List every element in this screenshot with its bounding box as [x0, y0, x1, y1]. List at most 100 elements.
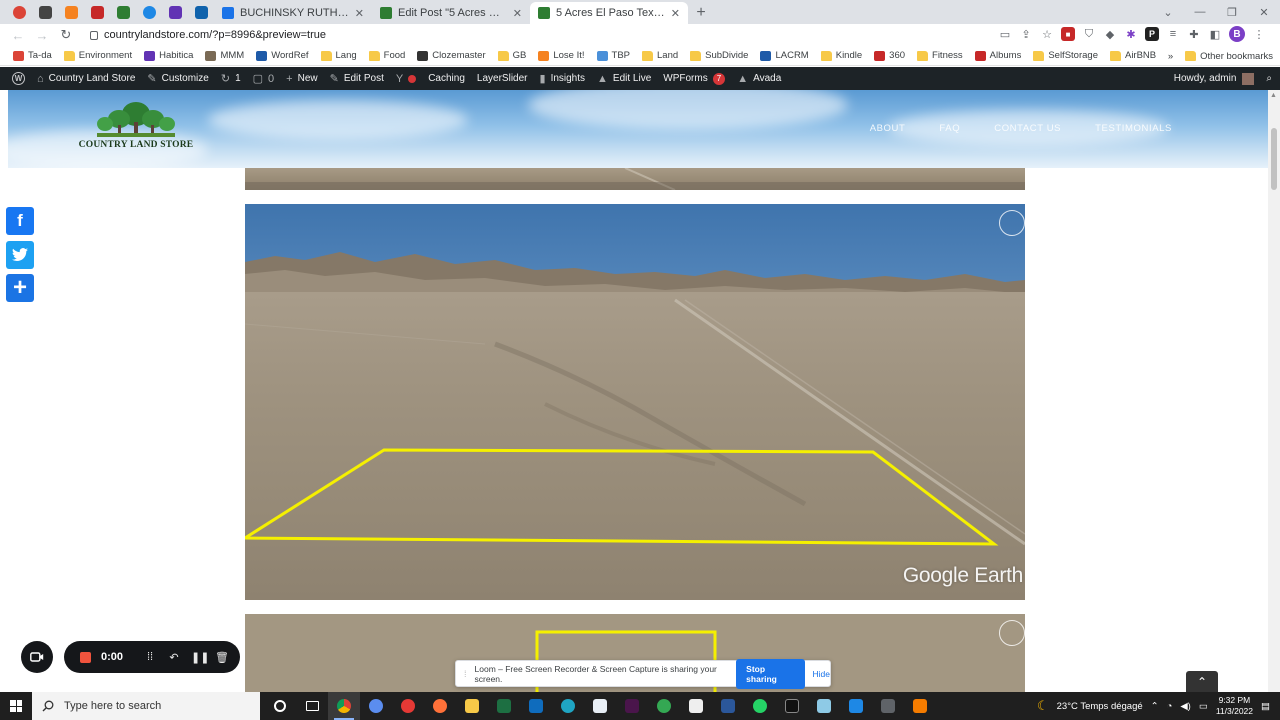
- outlook-taskbar-icon[interactable]: [520, 692, 552, 720]
- browser-tab[interactable]: Edit Post "5 Acres El Paso Texas 4... ✕: [372, 2, 530, 24]
- pinned-tab[interactable]: [32, 0, 58, 24]
- reload-icon[interactable]: ↻: [54, 27, 78, 43]
- wp-site-link[interactable]: ⌂ Country Land Store: [31, 67, 141, 90]
- extension-icon[interactable]: ✱: [1124, 27, 1138, 41]
- pinned-tab[interactable]: [6, 0, 32, 24]
- nav-about[interactable]: ABOUT: [870, 123, 906, 134]
- cast-icon[interactable]: ▭: [998, 27, 1012, 41]
- pinned-tab[interactable]: [84, 0, 110, 24]
- tab-close-icon[interactable]: ✕: [671, 7, 680, 20]
- drag-grid-icon[interactable]: ⁞⁞: [143, 651, 157, 663]
- start-button[interactable]: [0, 692, 32, 720]
- scrollbar-thumb[interactable]: [1271, 128, 1277, 190]
- site-logo[interactable]: COUNTRY LAND STORE: [78, 100, 194, 160]
- scroll-to-top-button[interactable]: ⌃: [1186, 671, 1218, 692]
- new-tab-button[interactable]: +: [688, 2, 714, 24]
- nav-contact[interactable]: CONTACT US: [994, 123, 1061, 134]
- app-taskbar-icon[interactable]: [904, 692, 936, 720]
- app-taskbar-icon[interactable]: [648, 692, 680, 720]
- wp-wpforms-link[interactable]: WPForms 7: [657, 67, 731, 90]
- browser-tab-active[interactable]: 5 Acres El Paso Texas 43916 - $3... ✕: [530, 2, 688, 24]
- display-icon[interactable]: ▭: [1199, 701, 1208, 712]
- pause-icon[interactable]: ❚❚: [191, 651, 209, 664]
- side-panel-icon[interactable]: ◧: [1208, 27, 1222, 41]
- profile-avatar[interactable]: B: [1229, 26, 1245, 42]
- excel-taskbar-icon[interactable]: [488, 692, 520, 720]
- bookmark-star-icon[interactable]: ☆: [1040, 27, 1054, 41]
- loom-camera-button[interactable]: [21, 641, 53, 673]
- search-icon[interactable]: ⌕: [1266, 73, 1272, 84]
- back-icon[interactable]: ←: [6, 28, 30, 43]
- pinned-tab[interactable]: [162, 0, 188, 24]
- nav-testimonials[interactable]: TESTIMONIALS: [1095, 123, 1172, 134]
- wp-edit-post-link[interactable]: ✎ Edit Post: [324, 67, 390, 90]
- pinned-tab[interactable]: [136, 0, 162, 24]
- page-scrollbar[interactable]: ▲: [1268, 90, 1280, 692]
- app-taskbar-icon[interactable]: [360, 692, 392, 720]
- forward-icon[interactable]: →: [30, 28, 54, 43]
- app-taskbar-icon[interactable]: [680, 692, 712, 720]
- scroll-up-icon[interactable]: ▲: [1270, 92, 1277, 99]
- wp-edit-live-link[interactable]: ▲ Edit Live: [591, 67, 657, 90]
- edge-taskbar-icon[interactable]: [552, 692, 584, 720]
- bookmark-item[interactable]: SubDivide: [685, 46, 755, 65]
- compass-icon[interactable]: [999, 210, 1025, 236]
- share-page-icon[interactable]: ⇪: [1019, 27, 1033, 41]
- pinned-tab[interactable]: [188, 0, 214, 24]
- bookmark-item[interactable]: Land: [637, 46, 685, 65]
- file-explorer-icon[interactable]: [456, 692, 488, 720]
- tab-close-icon[interactable]: ✕: [513, 7, 522, 20]
- navigation-control-icon[interactable]: [999, 620, 1025, 646]
- app-taskbar-icon[interactable]: [840, 692, 872, 720]
- calculator-taskbar-icon[interactable]: [872, 692, 904, 720]
- bookmark-item[interactable]: Kindle: [816, 46, 869, 65]
- extension-icon[interactable]: P: [1145, 27, 1159, 41]
- tab-close-icon[interactable]: ✕: [355, 7, 364, 20]
- notification-icon[interactable]: ▤: [1261, 701, 1270, 712]
- app-taskbar-icon[interactable]: [776, 692, 808, 720]
- bookmark-item[interactable]: Lose It!: [533, 46, 591, 65]
- whatsapp-taskbar-icon[interactable]: [744, 692, 776, 720]
- tray-chevron-icon[interactable]: ⌃: [1151, 701, 1159, 712]
- bookmark-item[interactable]: WordRef: [251, 46, 315, 65]
- bookmark-item[interactable]: SelfStorage: [1028, 46, 1105, 65]
- bookmark-item[interactable]: Clozemaster: [412, 46, 492, 65]
- tab-search-icon[interactable]: ⌄: [1152, 0, 1184, 24]
- bookmark-item[interactable]: GB: [493, 46, 534, 65]
- bookmark-item[interactable]: TBP: [592, 46, 637, 65]
- pinned-tab[interactable]: [58, 0, 84, 24]
- wp-caching-link[interactable]: Caching: [422, 67, 471, 90]
- extension-icon[interactable]: ◆: [1103, 27, 1117, 41]
- menu-kebab-icon[interactable]: ⋮: [1252, 27, 1266, 41]
- undo-icon[interactable]: ↶: [167, 651, 181, 664]
- hide-banner-button[interactable]: Hide: [813, 669, 830, 679]
- browser-tab[interactable]: BUCHINSKY RUTH P 5 Acres El P... ✕: [214, 2, 372, 24]
- bookmark-item[interactable]: AirBNB: [1105, 46, 1163, 65]
- wp-yoast-link[interactable]: Y: [390, 67, 422, 90]
- addthis-share-button[interactable]: +: [6, 274, 34, 302]
- stop-sharing-button[interactable]: Stop sharing: [736, 658, 805, 689]
- drag-handle-icon[interactable]: ⁞: [464, 669, 467, 679]
- twitter-share-button[interactable]: [6, 241, 34, 269]
- wp-logo-button[interactable]: W: [6, 67, 31, 90]
- wp-comments-link[interactable]: ▢ 0: [247, 67, 281, 90]
- notepad-taskbar-icon[interactable]: [584, 692, 616, 720]
- restore-icon[interactable]: ❐: [1216, 0, 1248, 24]
- taskbar-clock[interactable]: 9:32 PM 11/3/2022: [1216, 695, 1253, 717]
- bookmark-item[interactable]: LACRM: [755, 46, 815, 65]
- bookmark-item[interactable]: Fitness: [912, 46, 970, 65]
- slack-taskbar-icon[interactable]: [616, 692, 648, 720]
- wp-avada-link[interactable]: ▲ Avada: [731, 67, 787, 90]
- wp-insights-link[interactable]: ▮ Insights: [534, 67, 592, 90]
- nav-faq[interactable]: FAQ: [939, 123, 960, 134]
- app-taskbar-icon[interactable]: [808, 692, 840, 720]
- task-view-icon[interactable]: [296, 692, 328, 720]
- bookmark-item[interactable]: Food: [364, 46, 413, 65]
- extension-icon[interactable]: ■: [1061, 27, 1075, 41]
- stop-recording-icon[interactable]: [80, 651, 91, 663]
- extensions-puzzle-icon[interactable]: ✚: [1187, 27, 1201, 41]
- network-icon[interactable]: ◔: [1167, 701, 1173, 712]
- close-window-icon[interactable]: ✕: [1248, 0, 1280, 24]
- word-taskbar-icon[interactable]: [712, 692, 744, 720]
- wp-new-link[interactable]: + New: [280, 67, 323, 90]
